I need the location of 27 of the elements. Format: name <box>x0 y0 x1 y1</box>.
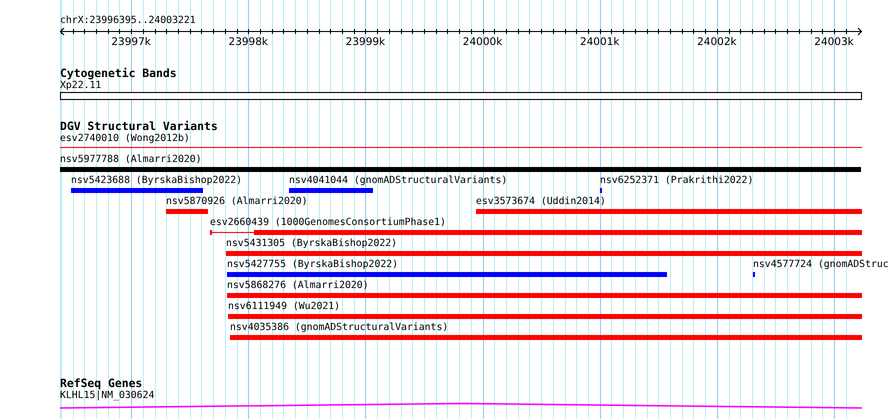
track-title: RefSeq Genes <box>60 377 142 389</box>
variant-label: nsv5870926 (Almarri2020) <box>166 196 308 208</box>
tick-label: 23997k <box>111 36 151 48</box>
band-label: Xp22.11 <box>60 80 102 92</box>
tick-label: 24003k <box>814 36 854 48</box>
tick-label: 23999k <box>346 36 386 48</box>
variant-label: nsv5868276 (Almarri2020) <box>227 280 369 292</box>
variant-label: nsv6252371 (Prakrithi2022) <box>600 175 754 187</box>
variant-label: nsv6111949 (Wu2021) <box>228 301 340 313</box>
tick-label: 24002k <box>697 36 737 48</box>
tick-label: 23998k <box>228 36 268 48</box>
track-title: DGV Structural Variants <box>60 120 218 132</box>
variant-label: esv2740010 (Wong2012b) <box>60 133 190 145</box>
variant-label: nsv4041044 (gnomADStructuralVariants) <box>289 175 508 187</box>
tick-label: 24001k <box>580 36 620 48</box>
variant-label: nsv5423688 (ByrskaBishop2022) <box>71 175 242 187</box>
locus-label: chrX:23996395..24003221 <box>60 15 197 27</box>
variant-label: nsv5427755 (ByrskaBishop2022) <box>227 259 398 271</box>
variant-label: nsv5977788 (Almarri2020) <box>60 154 202 166</box>
variant-label: nsv5431305 (ByrskaBishop2022) <box>226 238 398 250</box>
tick-label: 24000k <box>462 36 502 48</box>
variant-label: nsv4577724 (gnomADStruc <box>753 259 889 271</box>
gene-label: KLHL15|NM_030624 <box>60 390 154 402</box>
variant-label: esv2660439 (1000GenomesConsortiumPhase1) <box>210 217 446 229</box>
track-title: Cytogenetic Bands <box>60 67 177 79</box>
variant-label: nsv4035386 (gnomADStructuralVariants) <box>230 322 448 334</box>
variant-label: esv3573674 (Uddin2014) <box>476 196 606 208</box>
